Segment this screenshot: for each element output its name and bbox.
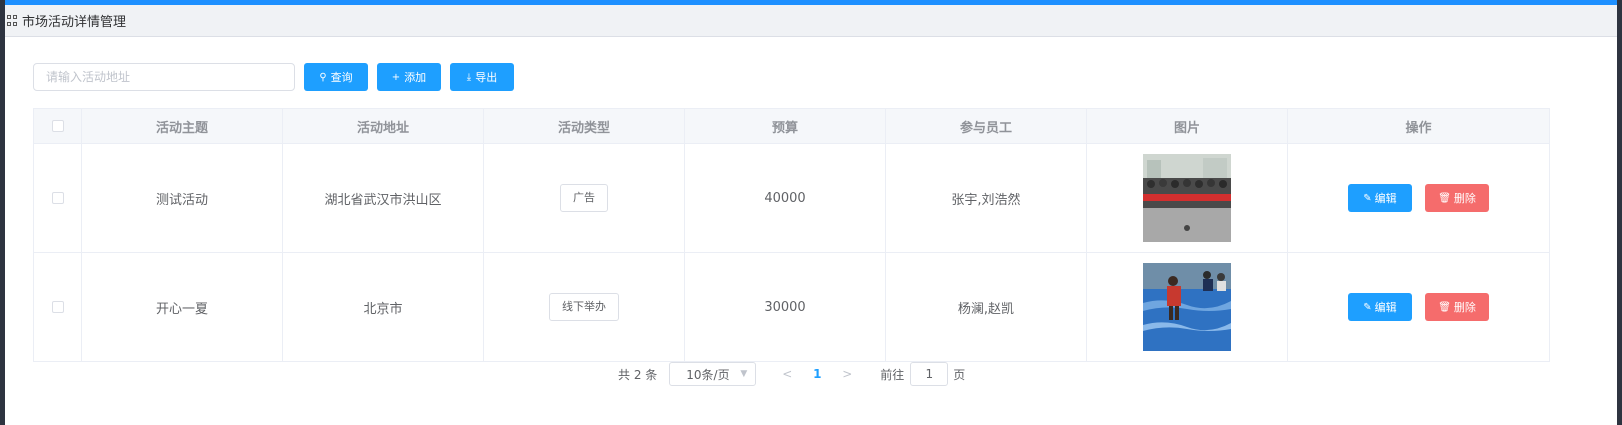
activity-photo[interactable]	[1143, 263, 1231, 351]
pagination: 共 2 条 10条/页 ▼ < 1 > 前往 页	[618, 362, 965, 386]
goto-label: 前往	[880, 367, 905, 382]
trash-icon: 🗑	[1438, 301, 1451, 313]
table-header-row: 活动主题 活动地址 活动类型 预算 参与员工 图片 操作	[33, 108, 1550, 144]
delete-button-label: 删除	[1453, 192, 1476, 205]
column-header-theme: 活动主题	[81, 108, 283, 144]
right-frame-bar	[1617, 0, 1622, 425]
add-button[interactable]: + 添加	[377, 63, 441, 91]
select-all-checkbox[interactable]	[51, 120, 64, 132]
chevron-down-icon: ▼	[740, 369, 748, 379]
page-number-current[interactable]: 1	[802, 367, 832, 381]
column-header-budget: 预算	[684, 108, 886, 144]
edit-button[interactable]: ✎ 编辑	[1347, 293, 1412, 321]
delete-button-label: 删除	[1453, 301, 1476, 314]
edit-button-label: 编辑	[1374, 301, 1397, 314]
cell-budget: 30000	[684, 252, 886, 362]
delete-button[interactable]: 🗑 删除	[1425, 293, 1490, 321]
page-title: 市场活动详情管理	[22, 15, 127, 30]
cell-staff: 杨澜,赵凯	[885, 252, 1087, 362]
cell-address: 湖北省武汉市洪山区	[282, 143, 484, 253]
search-input[interactable]	[33, 63, 295, 91]
cell-image	[1086, 252, 1288, 362]
column-header-image: 图片	[1086, 108, 1288, 144]
row-select-cell	[33, 252, 82, 362]
cell-budget: 40000	[684, 143, 886, 253]
prev-page-button[interactable]: <	[772, 367, 802, 381]
cell-actions: ✎ 编辑 🗑 删除	[1287, 143, 1550, 253]
next-page-button[interactable]: >	[832, 367, 862, 381]
table-row: 开心一夏 北京市 线下举办 30000 杨澜,赵凯 ✎ 编辑 🗑 删除	[33, 252, 1550, 362]
row-checkbox[interactable]	[51, 301, 64, 313]
plus-icon: +	[391, 71, 401, 83]
left-frame-bar	[0, 0, 5, 425]
edit-button-label: 编辑	[1374, 192, 1397, 205]
cell-theme: 测试活动	[81, 143, 283, 253]
column-header-actions: 操作	[1287, 108, 1550, 144]
query-button[interactable]: ⚲ 查询	[304, 63, 368, 91]
add-button-label: 添加	[404, 71, 427, 84]
cell-address: 北京市	[282, 252, 484, 362]
pagination-total: 共 2 条	[618, 367, 658, 382]
search-icon: ⚲	[319, 71, 327, 83]
toolbar: ⚲ 查询 + 添加 ⤓ 导出	[33, 63, 514, 91]
page-size-value: 10条/页	[686, 367, 730, 382]
type-tag: 线下举办	[549, 293, 619, 321]
activity-photo[interactable]	[1143, 154, 1231, 242]
row-checkbox[interactable]	[51, 192, 64, 204]
goto-page-input[interactable]	[910, 362, 949, 386]
select-all-cell	[33, 108, 82, 144]
cell-image	[1086, 143, 1288, 253]
edit-icon: ✎	[1363, 301, 1372, 313]
page-size-select[interactable]: 10条/页 ▼	[669, 362, 757, 386]
cell-actions: ✎ 编辑 🗑 删除	[1287, 252, 1550, 362]
cell-type: 广告	[483, 143, 685, 253]
cell-type: 线下举办	[483, 252, 685, 362]
trash-icon: 🗑	[1438, 192, 1451, 204]
column-header-staff: 参与员工	[885, 108, 1087, 144]
export-button[interactable]: ⤓ 导出	[450, 63, 514, 91]
table-row: 测试活动 湖北省武汉市洪山区 广告 40000 张宇,刘浩然 ✎ 编辑 🗑 删除	[33, 143, 1550, 253]
edit-button[interactable]: ✎ 编辑	[1347, 184, 1412, 212]
row-select-cell	[33, 143, 82, 253]
column-header-address: 活动地址	[282, 108, 484, 144]
grid-icon	[7, 15, 18, 26]
type-tag: 广告	[560, 184, 608, 212]
edit-icon: ✎	[1363, 192, 1372, 204]
column-header-type: 活动类型	[483, 108, 685, 144]
download-icon: ⤓	[466, 71, 472, 83]
page-header: 市场活动详情管理	[5, 5, 1617, 37]
delete-button[interactable]: 🗑 删除	[1425, 184, 1490, 212]
cell-staff: 张宇,刘浩然	[885, 143, 1087, 253]
cell-theme: 开心一夏	[81, 252, 283, 362]
export-button-label: 导出	[475, 71, 498, 84]
activity-table: 活动主题 活动地址 活动类型 预算 参与员工 图片 操作 测试活动 湖北省武汉市…	[33, 108, 1550, 362]
query-button-label: 查询	[330, 71, 353, 84]
goto-unit-label: 页	[953, 367, 966, 382]
